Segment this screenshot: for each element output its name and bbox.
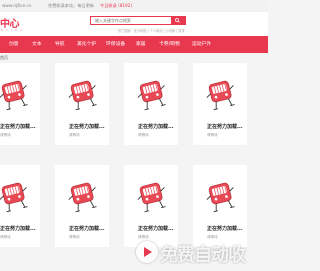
loading-card[interactable]: 正在努力加载... 请等待 xyxy=(0,165,40,247)
top-info-bar: www.rqfive.cn 免费收录本站，每日更新 今日收录 (8192) xyxy=(0,0,268,12)
card-subtitle: 请等待 xyxy=(138,133,149,137)
card-title: 正在努力加载... xyxy=(207,226,243,232)
card-title: 正在努力加载... xyxy=(138,226,174,232)
card-subtitle: 请等待 xyxy=(207,235,218,239)
card-subtitle: 请等待 xyxy=(0,133,11,137)
watermark: 免费自动收 xyxy=(160,245,246,266)
search-input[interactable] xyxy=(91,17,171,24)
loading-card[interactable]: 正在努力加载... 请等待 xyxy=(0,63,40,145)
loading-bus-icon xyxy=(203,179,239,215)
card-title: 正在努力加载... xyxy=(69,226,105,232)
card-subtitle: 请等待 xyxy=(138,235,149,239)
card-title: 正在努力加载... xyxy=(69,124,105,130)
loading-bus-icon xyxy=(0,179,32,215)
loading-card[interactable]: 正在努力加载... 请等待 xyxy=(55,165,109,247)
header: 中心 B A I D U 热门搜索：发卡网站 | 个人网站 | 小说网 | 收录 xyxy=(0,12,268,36)
card-title: 正在努力加载... xyxy=(138,124,174,130)
card-subtitle: 请等待 xyxy=(0,235,11,239)
loading-card[interactable]: 正在努力加载... 请等待 xyxy=(193,63,247,145)
card-title: 正在努力加载... xyxy=(0,226,36,232)
nav-item-5[interactable]: 环保设备 xyxy=(106,36,125,53)
hot-searches: 热门搜索：发卡网站 | 个人网站 | 小说网 | 收录 xyxy=(118,29,185,33)
loading-bus-icon xyxy=(203,77,239,113)
site-url[interactable]: www.rqfive.cn xyxy=(2,0,32,12)
nav-item-7[interactable]: 卡券/购物 xyxy=(159,36,180,53)
today-count: 今日收录 (8192) xyxy=(100,3,133,8)
nav-item-2[interactable]: 文本 xyxy=(32,36,42,53)
nav-item-6[interactable]: 家居 xyxy=(136,36,146,53)
loading-card[interactable]: 正在努力加载... 请等待 xyxy=(193,165,247,247)
search-box xyxy=(90,16,186,25)
loading-card[interactable]: 正在努力加载... 请等待 xyxy=(55,63,109,145)
card-title: 正在努力加载... xyxy=(0,124,36,130)
loading-bus-icon xyxy=(65,179,101,215)
search-icon xyxy=(175,18,180,23)
loading-card[interactable]: 正在努力加载... 请等待 xyxy=(124,165,178,247)
loading-card[interactable]: 正在努力加载... 请等待 xyxy=(124,63,178,145)
card-subtitle: 请等待 xyxy=(207,133,218,137)
card-title: 正在努力加载... xyxy=(207,124,243,130)
nav-item-4[interactable]: 美化个护 xyxy=(77,36,96,53)
nav-item-1[interactable]: 创意 xyxy=(9,36,19,53)
loading-bus-icon xyxy=(134,179,170,215)
loading-bus-icon xyxy=(65,77,101,113)
card-subtitle: 请等待 xyxy=(69,235,80,239)
nav-item-3[interactable]: 导航 xyxy=(55,36,65,53)
search-button[interactable] xyxy=(171,17,185,24)
nav-item-8[interactable]: 运动户外 xyxy=(192,36,211,53)
site-notice: 免费收录本站，每日更新 xyxy=(48,3,95,8)
main-nav: 创意 文本 导航 美化个护 环保设备 家居 卡券/购物 运动户外 xyxy=(0,36,268,53)
card-subtitle: 请等待 xyxy=(69,133,80,137)
breadcrumb[interactable]: 首页 xyxy=(0,55,8,61)
loading-bus-icon xyxy=(0,77,32,113)
logo-subtitle: B A I D U xyxy=(1,28,24,32)
play-icon xyxy=(136,241,158,263)
loading-bus-icon xyxy=(134,77,170,113)
